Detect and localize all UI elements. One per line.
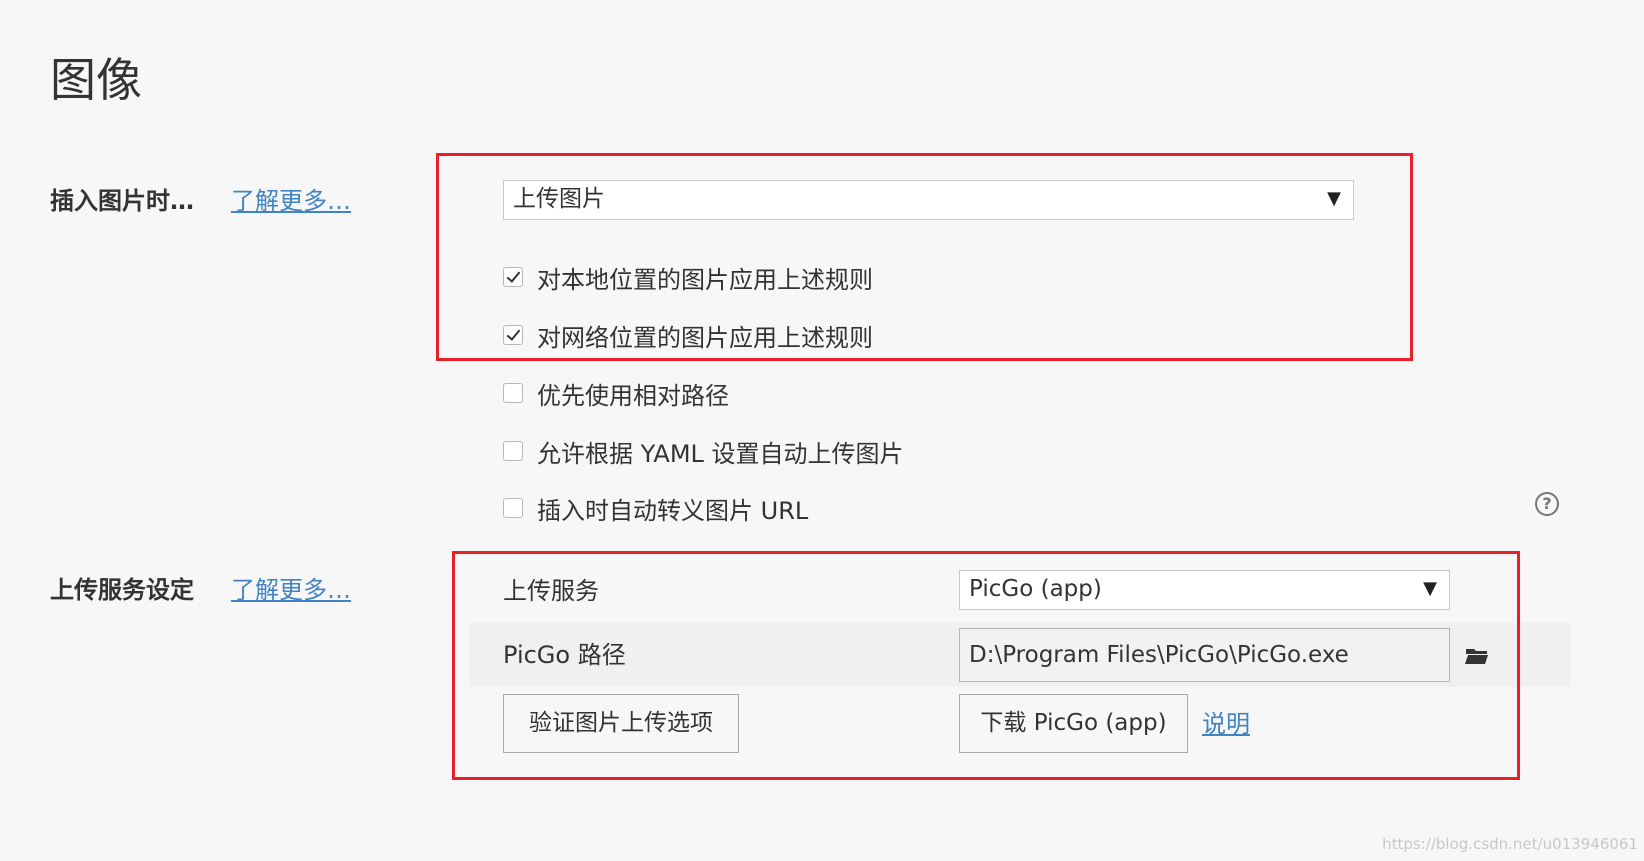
apply-network-images-label: 对网络位置的图片应用上述规则 [537, 323, 873, 352]
apply-network-images-option[interactable]: 对网络位置的图片应用上述规则 [503, 320, 873, 352]
insert-image-label: 插入图片时… [50, 187, 194, 215]
yaml-auto-upload-label: 允许根据 YAML 设置自动上传图片 [537, 439, 904, 468]
yaml-auto-upload-option[interactable]: 允许根据 YAML 设置自动上传图片 [503, 436, 904, 468]
explain-link[interactable]: 说明 [1202, 709, 1250, 739]
escape-image-url-checkbox[interactable] [503, 498, 523, 518]
download-picgo-button[interactable]: 下载 PicGo (app) [959, 694, 1188, 753]
prefer-relative-path-option[interactable]: 优先使用相对路径 [503, 378, 729, 410]
watermark: https://blog.csdn.net/u013946061 [1382, 835, 1638, 853]
upload-service-select[interactable]: PicGo (app) ▼ [959, 570, 1450, 610]
prefer-relative-path-checkbox[interactable] [503, 383, 523, 403]
apply-local-images-option[interactable]: 对本地位置的图片应用上述规则 [503, 262, 873, 294]
picgo-path-label: PicGo 路径 [503, 641, 626, 669]
yaml-auto-upload-checkbox[interactable] [503, 441, 523, 461]
insert-action-select[interactable]: 上传图片 ▼ [503, 180, 1354, 220]
help-icon[interactable]: ? [1535, 492, 1559, 516]
picgo-path-input[interactable]: D:\Program Files\PicGo\PicGo.exe [959, 628, 1450, 682]
insert-action-select-value: 上传图片 [513, 186, 605, 212]
chevron-down-icon: ▼ [1423, 578, 1437, 599]
escape-image-url-label: 插入时自动转义图片 URL [537, 496, 809, 525]
upload-service-learn-more-link[interactable]: 了解更多… [231, 575, 351, 605]
chevron-down-icon: ▼ [1327, 188, 1341, 209]
apply-local-images-checkbox[interactable] [503, 267, 523, 287]
apply-local-images-label: 对本地位置的图片应用上述规则 [537, 265, 873, 294]
folder-icon[interactable] [1465, 647, 1489, 665]
escape-image-url-option[interactable]: 插入时自动转义图片 URL [503, 493, 809, 525]
verify-upload-options-button[interactable]: 验证图片上传选项 [503, 694, 739, 753]
page-title: 图像 [50, 53, 142, 107]
prefer-relative-path-label: 优先使用相对路径 [537, 381, 729, 410]
apply-network-images-checkbox[interactable] [503, 325, 523, 345]
upload-service-settings-label: 上传服务设定 [50, 576, 194, 604]
insert-image-learn-more-link[interactable]: 了解更多… [231, 186, 351, 216]
upload-service-label: 上传服务 [503, 577, 599, 605]
preferences-image-page: 图像 插入图片时… 了解更多… 上传图片 ▼ 对本地位置的图片应用上述规则 对网… [0, 0, 1644, 861]
upload-service-select-value: PicGo (app) [969, 576, 1102, 602]
